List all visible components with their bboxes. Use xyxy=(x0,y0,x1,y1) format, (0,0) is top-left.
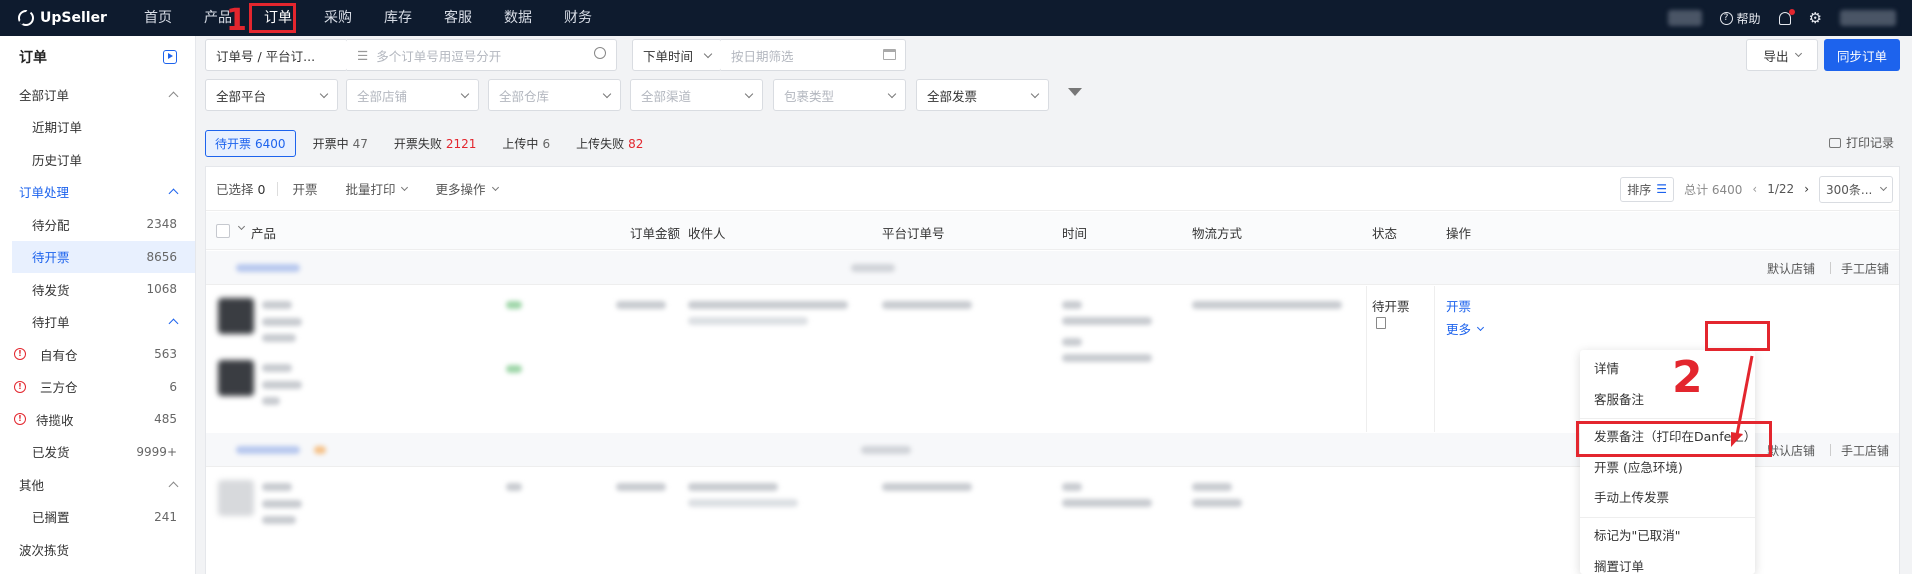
annotation-arrow xyxy=(1731,355,1754,447)
